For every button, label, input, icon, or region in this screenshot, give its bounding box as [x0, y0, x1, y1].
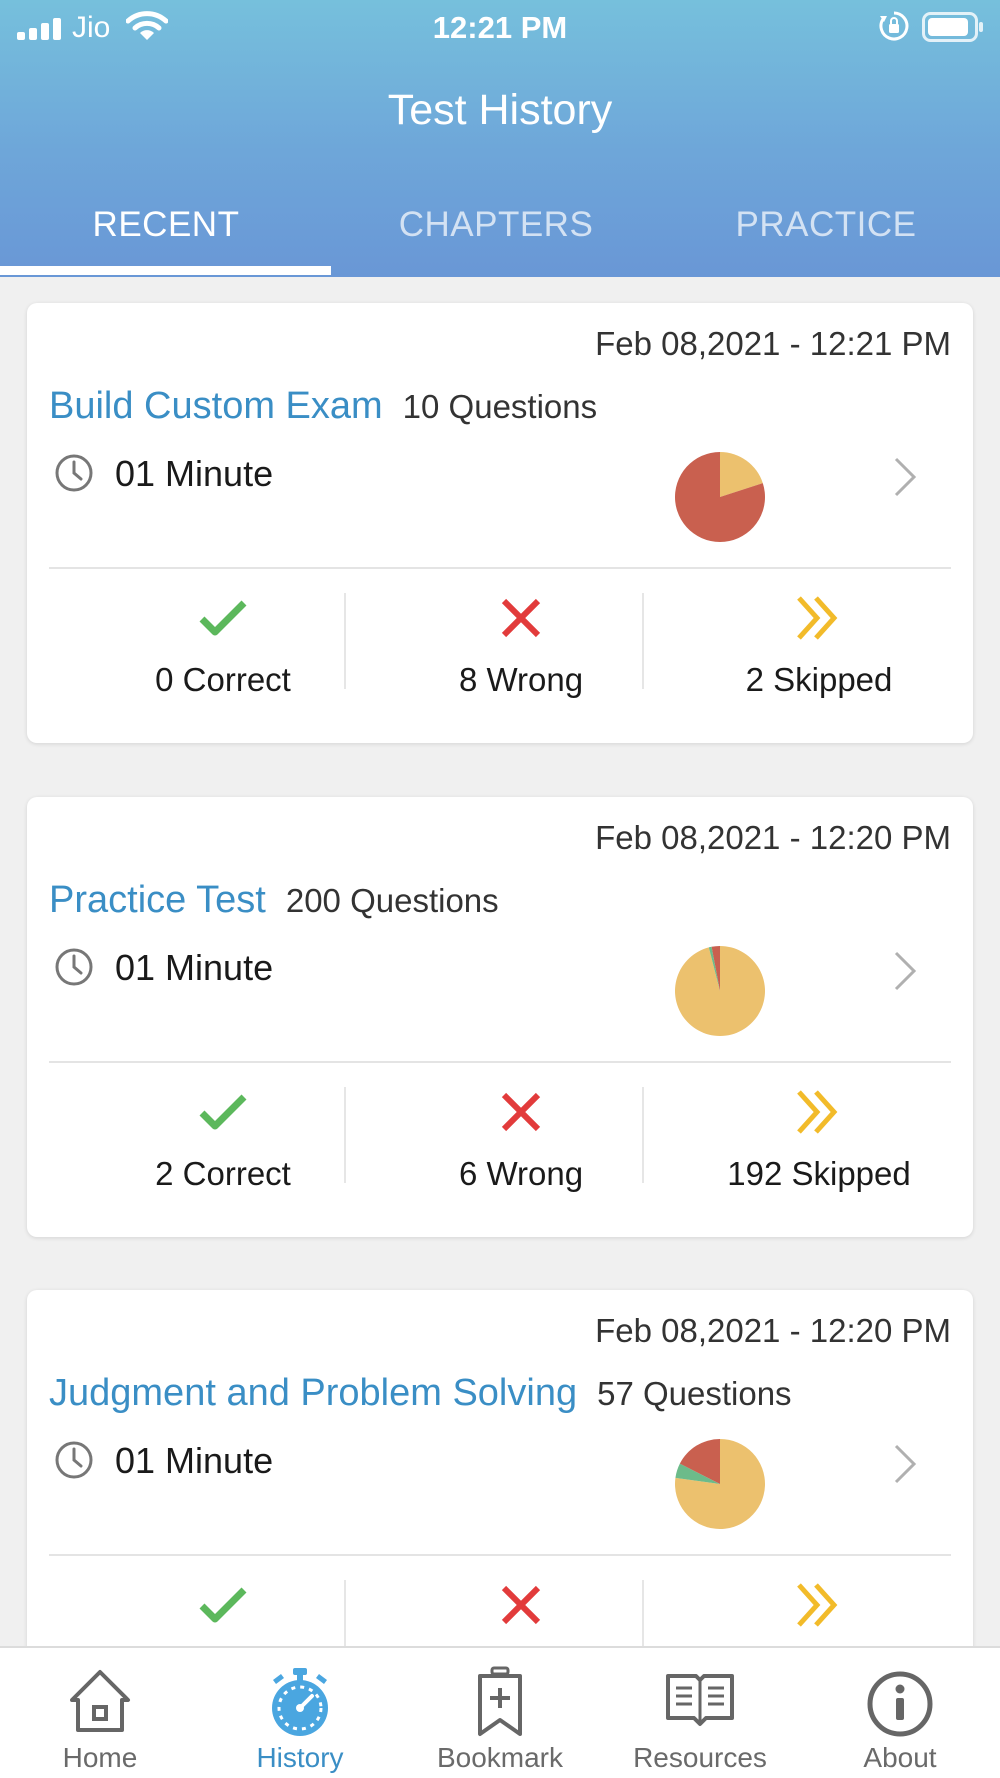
correct-stat: 0 Correct — [74, 593, 372, 699]
test-duration: 01 Minute — [115, 947, 274, 988]
nav-label: Resources — [633, 1742, 767, 1773]
tab-practice[interactable]: PRACTICE — [660, 205, 992, 245]
cross-icon — [501, 598, 541, 638]
screen: Jio 12:21 PM Test History RECENT CHAPTER… — [0, 0, 1000, 1778]
wrong-stat — [372, 1580, 670, 1630]
test-title: Judgment and Problem Solving 57 Questions — [49, 1372, 792, 1415]
skipped-stat — [670, 1580, 968, 1630]
skipped-stat: 192 Skipped — [670, 1087, 968, 1193]
check-icon — [199, 1587, 247, 1623]
tab-indicator — [0, 266, 331, 275]
test-date: Feb 08,2021 - 12:20 PM — [595, 819, 951, 856]
wrong-count: 6 Wrong — [458, 1155, 584, 1192]
battery-icon — [922, 12, 983, 42]
nav-label: History — [256, 1742, 344, 1773]
wrong-count: 8 Wrong — [458, 661, 584, 698]
nav-bookmark[interactable]: Bookmark — [400, 1648, 600, 1778]
book-icon — [666, 1674, 734, 1726]
separator — [344, 1087, 346, 1183]
result-pie-chart — [675, 946, 765, 1036]
clock-icon — [55, 454, 93, 492]
skipped-count: 192 Skipped — [727, 1155, 911, 1192]
double-chevron-right-icon — [797, 596, 838, 640]
nav-resources[interactable]: Resources — [600, 1648, 800, 1778]
cross-icon — [501, 1585, 541, 1625]
separator — [642, 1087, 644, 1183]
clock-icon — [55, 948, 93, 986]
tab-recent[interactable]: RECENT — [0, 205, 332, 245]
test-name: Practice Test — [49, 879, 266, 921]
nav-history[interactable]: History — [200, 1648, 400, 1778]
correct-count: 2 Correct — [155, 1155, 291, 1192]
skipped-count: 2 Skipped — [745, 661, 893, 698]
divider — [49, 1061, 951, 1063]
wrong-stat: 8 Wrong — [372, 593, 670, 699]
double-chevron-right-icon — [797, 1583, 838, 1627]
bottom-nav: Home History Bookmark Resources About — [0, 1646, 1000, 1778]
status-time: 12:21 PM — [432, 10, 568, 45]
history-card[interactable]: Feb 08,2021 - 12:20 PM Practice Test 200 … — [27, 797, 973, 1237]
chevron-right-icon[interactable] — [891, 949, 919, 993]
wrong-stat: 6 Wrong — [372, 1087, 670, 1193]
divider — [49, 1554, 951, 1556]
chevron-right-icon[interactable] — [891, 1442, 919, 1486]
test-duration: 01 Minute — [115, 1440, 274, 1481]
history-card[interactable]: Feb 08,2021 - 12:21 PM Build Custom Exam… — [27, 303, 973, 743]
tab-bar: RECENT CHAPTERS PRACTICE — [0, 195, 1000, 277]
test-name: Judgment and Problem Solving — [49, 1372, 578, 1414]
app-header: Jio 12:21 PM Test History RECENT CHAPTER… — [0, 0, 1000, 277]
test-duration: 01 Minute — [115, 453, 274, 494]
orientation-lock-icon — [879, 11, 909, 41]
tab-chapters[interactable]: CHAPTERS — [330, 205, 662, 245]
question-count: 10 Questions — [402, 388, 598, 425]
test-title: Build Custom Exam 10 Questions — [49, 385, 597, 428]
nav-label: About — [863, 1742, 937, 1773]
home-icon — [70, 1670, 130, 1732]
page-title: Test History — [387, 86, 613, 134]
double-chevron-right-icon — [797, 1090, 838, 1134]
correct-count: 0 Correct — [155, 661, 291, 698]
chevron-right-icon[interactable] — [891, 455, 919, 499]
test-title: Practice Test 200 Questions — [49, 879, 499, 922]
question-count: 57 Questions — [597, 1375, 792, 1412]
test-date: Feb 08,2021 - 12:20 PM — [595, 1312, 951, 1349]
result-pie-chart — [675, 1439, 765, 1529]
bookmark-add-icon — [478, 1666, 522, 1736]
status-bar: Jio 12:21 PM — [0, 0, 1000, 56]
info-icon — [867, 1671, 933, 1737]
question-count: 200 Questions — [285, 882, 499, 919]
correct-stat: 2 Correct — [74, 1087, 372, 1193]
stopwatch-icon — [272, 1668, 328, 1736]
nav-about[interactable]: About — [800, 1648, 1000, 1778]
skipped-stat: 2 Skipped — [670, 593, 968, 699]
cross-icon — [501, 1092, 541, 1132]
test-date: Feb 08,2021 - 12:21 PM — [595, 325, 951, 362]
result-pie-chart — [675, 452, 765, 542]
test-name: Build Custom Exam — [49, 385, 383, 427]
correct-stat — [74, 1580, 372, 1630]
check-icon — [199, 1094, 247, 1130]
separator — [642, 593, 644, 689]
nav-label: Home — [62, 1742, 138, 1773]
divider — [49, 567, 951, 569]
nav-home[interactable]: Home — [0, 1648, 200, 1778]
clock-icon — [55, 1441, 93, 1479]
check-icon — [199, 600, 247, 636]
nav-label: Bookmark — [436, 1742, 564, 1773]
separator — [344, 593, 346, 689]
